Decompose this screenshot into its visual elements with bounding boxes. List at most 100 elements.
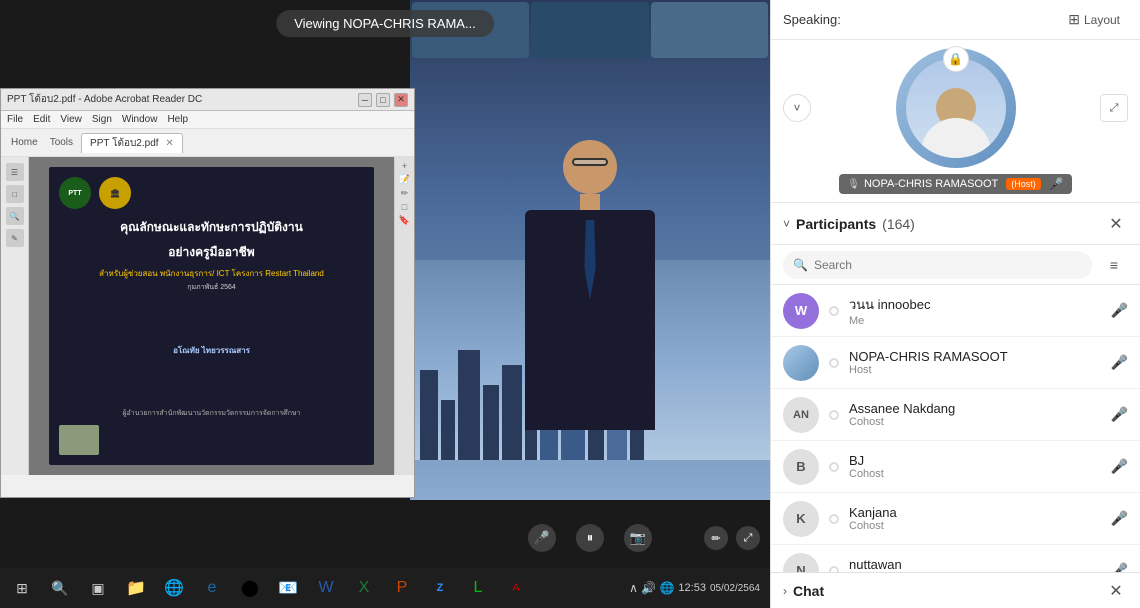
participant-ring (829, 410, 839, 420)
presenter-head (563, 140, 617, 194)
taskbar-edge[interactable]: 🌐 (156, 572, 192, 604)
participant-role: Cohost (849, 416, 1101, 428)
taskbar-time: 12:53 (678, 582, 706, 594)
participant-name: วนน innoobec (849, 294, 1101, 315)
taskbar-explorer[interactable]: 📁 (118, 572, 154, 604)
chat-section: › Chat ✕ (771, 572, 1140, 608)
chevron-right-icon[interactable]: ˅ (783, 217, 790, 231)
right-toolbar-note-icon[interactable]: 📝 (399, 174, 410, 185)
host-expand-button[interactable]: ⤢ (1100, 94, 1128, 122)
tab-close-icon[interactable]: ✕ (165, 138, 173, 149)
menu-file[interactable]: File (7, 114, 23, 125)
right-toolbar-highlight-icon[interactable]: ✏ (401, 188, 409, 199)
pdf-page: PTT 🏛 คุณลักษณะและทักษะการปฏิบัติงาน อย่… (49, 167, 374, 465)
task-view-button[interactable]: ▣ (80, 572, 116, 604)
video-cell-3 (651, 2, 768, 58)
edit-button[interactable]: ✏ (704, 526, 728, 550)
gov-logo: 🏛 (99, 177, 131, 209)
pdf-menu-bar: File Edit View Sign Window Help (1, 111, 414, 129)
video-controls: 🎤 ⏸ 📷 ✏ ⤢ (410, 518, 770, 558)
pdf-toolbar: Home Tools PPT โต้อบ2.pdf ✕ (1, 129, 414, 157)
participant-ring (829, 358, 839, 368)
participant-name: Assanee Nakdang (849, 401, 1101, 416)
participant-mic-muted-icon: 🎤 (1111, 406, 1128, 423)
participant-item: N nuttawan Cohost 🎤 (771, 545, 1140, 572)
search-input-container: 🔍 (783, 251, 1092, 279)
taskbar-app1[interactable]: 📧 (270, 572, 306, 604)
viewing-bar: Viewing NOPA-CHRIS RAMA... (276, 10, 494, 37)
participant-name: nuttawan (849, 557, 1101, 572)
host-video-area: ˅ 🔒 ⤢ 🎙 NOPA-CHRIS RAMASOOT (Host) 🎤 (771, 40, 1140, 203)
slide-date: กุมภาพันธ์ 2564 (59, 282, 364, 293)
host-badge: (Host) (1006, 178, 1041, 190)
participant-ring (829, 462, 839, 472)
participant-mic-muted-icon: 🎤 (1111, 510, 1128, 527)
pdf-title-bar: PPT โต้อบ2.pdf - Adobe Acrobat Reader DC… (1, 89, 414, 111)
menu-help[interactable]: Help (167, 114, 188, 125)
maximize-button[interactable]: □ (376, 93, 390, 107)
toolbar-tools[interactable]: Tools (46, 135, 77, 150)
chat-close-button[interactable]: ✕ (1104, 579, 1128, 603)
participant-ring (829, 306, 839, 316)
participant-item: B BJ Cohost 🎤 (771, 441, 1140, 493)
participant-name: BJ (849, 453, 1101, 468)
slide-title-line2: อย่างครูมืออาชีพ (59, 244, 364, 261)
taskbar-chrome[interactable]: ⬤ (232, 572, 268, 604)
toolbar-home[interactable]: Home (7, 135, 42, 150)
layout-button[interactable]: ⊞ Layout (1060, 7, 1128, 32)
video-cell-2 (531, 2, 648, 58)
participants-close-button[interactable]: ✕ (1104, 212, 1128, 236)
mic-button[interactable]: 🎤 (528, 524, 556, 552)
sidebar-annotation-icon[interactable]: ✎ (6, 229, 24, 247)
taskbar-ie[interactable]: e (194, 572, 230, 604)
participant-info: Assanee Nakdang Cohost (849, 401, 1101, 428)
sidebar-search-icon[interactable]: 🔍 (6, 207, 24, 225)
speaking-label: Speaking: (783, 12, 841, 27)
pdf-logos: PTT 🏛 (59, 177, 364, 209)
sort-button[interactable]: ≡ (1100, 251, 1128, 279)
pdf-window-controls: ─ □ ✕ (358, 93, 408, 107)
participant-avatar: N (783, 553, 819, 573)
host-avatar-photo (783, 345, 819, 381)
pdf-viewer: PPT โต้อบ2.pdf - Adobe Acrobat Reader DC… (0, 88, 415, 498)
participant-mic-muted-icon: 🎤 (1111, 562, 1128, 572)
host-name-bar: 🎙 NOPA-CHRIS RAMASOOT (Host) 🎤 (839, 174, 1071, 194)
camera-button[interactable]: 📷 (624, 524, 652, 552)
expand-button[interactable]: ⤢ (736, 526, 760, 550)
presenter-glasses (572, 158, 608, 166)
right-toolbar-stamp-icon[interactable]: 🔖 (399, 215, 410, 226)
pause-button[interactable]: ⏸ (576, 524, 604, 552)
minimize-button[interactable]: ─ (358, 93, 372, 107)
sidebar-bookmark-icon[interactable]: ☰ (6, 163, 24, 181)
menu-window[interactable]: Window (122, 114, 158, 125)
menu-edit[interactable]: Edit (33, 114, 50, 125)
search-button[interactable]: 🔍 (42, 572, 78, 604)
taskbar-system: ∧ 🔊 🌐 12:53 05/02/2564 (629, 581, 766, 595)
right-toolbar-add-icon[interactable]: + (402, 161, 407, 171)
search-input[interactable] (814, 258, 1082, 272)
right-toolbar-shape-icon[interactable]: □ (402, 202, 407, 212)
speaking-bar: Speaking: ⊞ Layout (771, 0, 1140, 40)
presenter-body (525, 210, 655, 430)
layout-icon: ⊞ (1068, 11, 1080, 28)
sidebar-thumbnail-icon[interactable]: □ (6, 185, 24, 203)
taskbar-acrobat[interactable]: A (498, 572, 534, 604)
menu-sign[interactable]: Sign (92, 114, 112, 125)
start-button[interactable]: ⊞ (4, 572, 40, 604)
chat-expand-icon[interactable]: › (783, 584, 787, 598)
taskbar-word[interactable]: W (308, 572, 344, 604)
close-button[interactable]: ✕ (394, 93, 408, 107)
taskbar-line[interactable]: L (460, 572, 496, 604)
host-avatar-inner (906, 58, 1006, 158)
taskbar-excel[interactable]: X (346, 572, 382, 604)
presenter-neck (580, 194, 600, 210)
participant-avatar: AN (783, 397, 819, 433)
participant-mic-icon: 🎤 (1111, 354, 1128, 371)
participant-item: W วนน innoobec Me 🎤 (771, 285, 1140, 337)
taskbar-zoom[interactable]: Z (422, 572, 458, 604)
taskbar-powerpoint[interactable]: P (384, 572, 420, 604)
menu-view[interactable]: View (60, 114, 82, 125)
pdf-tab-active[interactable]: PPT โต้อบ2.pdf ✕ (81, 133, 183, 153)
host-mute-icon: 🎤 (1049, 177, 1064, 191)
host-chevron-button[interactable]: ˅ (783, 94, 811, 122)
